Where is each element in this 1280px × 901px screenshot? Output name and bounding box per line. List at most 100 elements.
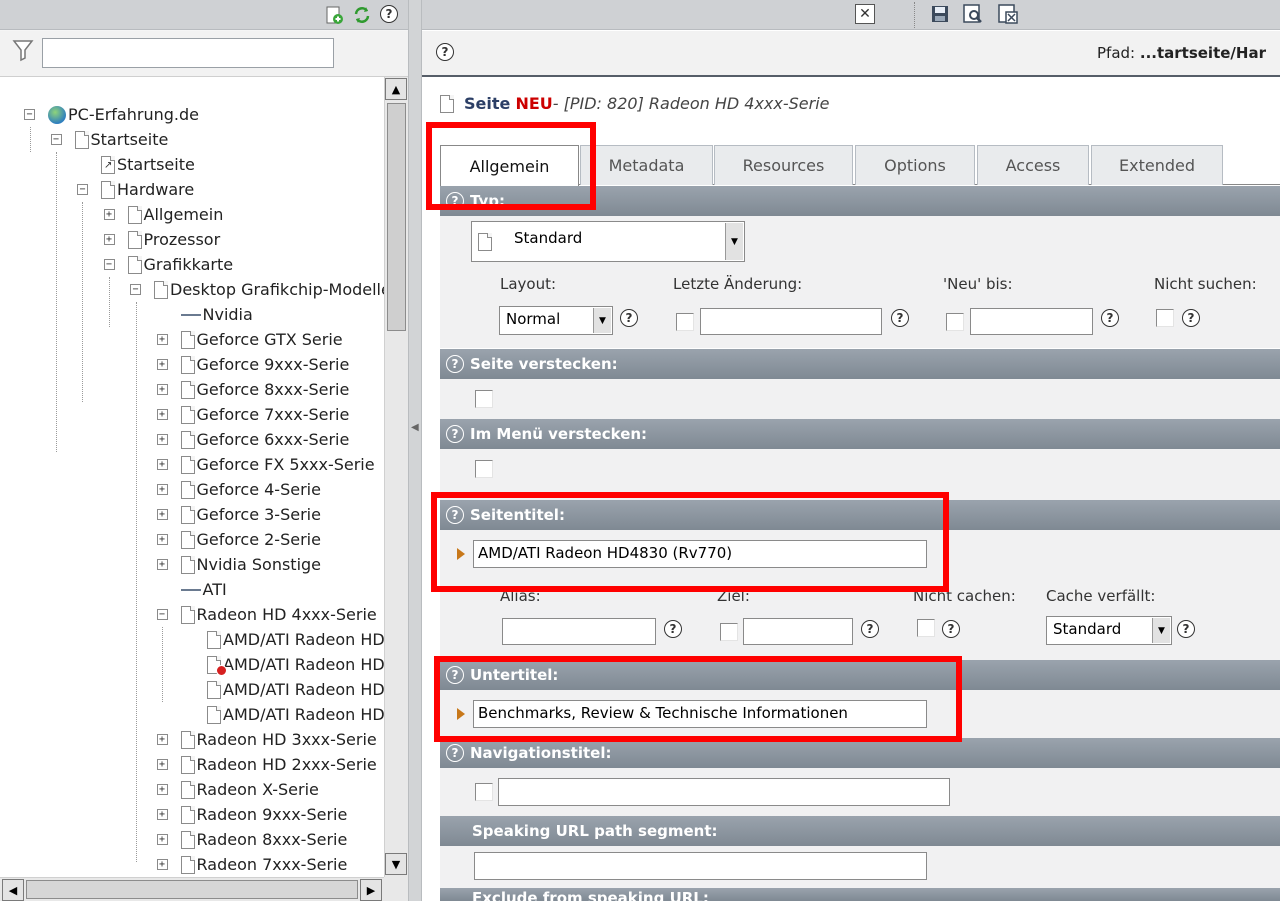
page-icon[interactable] [180, 605, 195, 624]
tree-node-label[interactable]: Geforce FX 5xxx-Serie [197, 455, 375, 474]
last-change-checkbox[interactable] [676, 313, 694, 331]
tree-node[interactable]: AMD/ATI Radeon HD [207, 677, 384, 702]
page-icon[interactable] [180, 380, 195, 399]
page-icon[interactable] [180, 430, 195, 449]
tree-node-label[interactable]: AMD/ATI Radeon HD [223, 655, 384, 674]
help-icon[interactable]: ? [1177, 620, 1195, 638]
tree-node[interactable]: Geforce GTX Serie [180, 327, 343, 352]
help-icon[interactable]: ? [446, 425, 464, 443]
tree-node-label[interactable]: Prozessor [144, 230, 221, 249]
page-hidden-icon[interactable] [207, 655, 227, 676]
page-icon[interactable] [180, 355, 195, 374]
scroll-down-button[interactable]: ▼ [385, 853, 407, 875]
tree-node-label[interactable]: ATI [203, 580, 227, 599]
tree-node[interactable]: Geforce 2-Serie [180, 527, 321, 552]
tree-node[interactable]: Radeon HD 4xxx-Serie [180, 602, 377, 627]
tree-node[interactable]: Geforce 4-Serie [180, 477, 321, 502]
tree-node-label[interactable]: Radeon X-Serie [197, 780, 319, 799]
help-icon[interactable]: ? [446, 666, 464, 684]
collapse-icon[interactable]: − [50, 134, 62, 145]
no-cache-checkbox[interactable] [917, 619, 935, 637]
tree-node-label[interactable]: Radeon HD 4xxx-Serie [197, 605, 377, 624]
tree-node-label[interactable]: AMD/ATI Radeon HD [223, 705, 384, 724]
page-icon[interactable] [180, 755, 195, 774]
tree-node[interactable]: Nvidia [180, 302, 253, 327]
expand-icon[interactable]: + [156, 359, 168, 370]
scroll-left-button[interactable]: ◀ [2, 879, 24, 901]
expand-icon[interactable]: + [156, 409, 168, 420]
tree-node[interactable]: Geforce 6xxx-Serie [180, 427, 350, 452]
tree-node[interactable]: AMD/ATI Radeon HD [207, 627, 384, 652]
collapse-icon[interactable]: − [130, 284, 141, 295]
tree-node-label[interactable]: Geforce 9xxx-Serie [197, 355, 350, 374]
page-title-input[interactable]: AMD/ATI Radeon HD4830 (Rv770) [473, 540, 927, 568]
tree-node-label[interactable]: Geforce 4-Serie [197, 480, 321, 499]
tree-node-label[interactable]: Radeon HD 3xxx-Serie [197, 730, 377, 749]
tab-metadata[interactable]: Metadata [580, 145, 713, 185]
scroll-up-button[interactable]: ▲ [385, 78, 407, 100]
tree-node[interactable]: Nvidia Sonstige [180, 552, 322, 577]
page-icon[interactable] [180, 855, 195, 874]
tree-node-label[interactable]: Radeon 9xxx-Serie [197, 805, 348, 824]
help-icon[interactable]: ? [446, 192, 464, 210]
expand-icon[interactable]: + [156, 534, 168, 545]
help-icon[interactable]: ? [446, 744, 464, 762]
save-view-icon[interactable] [962, 3, 984, 25]
refresh-icon[interactable] [351, 4, 373, 26]
hide-page-checkbox[interactable] [475, 390, 493, 408]
help-icon[interactable]: ? [436, 43, 454, 61]
help-icon[interactable]: ? [380, 5, 398, 23]
cache-expires-select[interactable]: Standard ▼ [1046, 616, 1172, 645]
tree-node-label[interactable]: Desktop Grafikchip-Modelle [170, 280, 384, 299]
tree-node[interactable]: Geforce 8xxx-Serie [180, 377, 349, 402]
tree-node[interactable]: Radeon 9xxx-Serie [180, 802, 348, 827]
tree-node-label[interactable]: Radeon 8xxx-Serie [197, 830, 348, 849]
page-icon[interactable] [180, 780, 195, 799]
nav-title-checkbox[interactable] [475, 783, 493, 801]
tree-node-label[interactable]: Radeon HD 2xxx-Serie [197, 755, 377, 774]
help-icon[interactable]: ? [891, 309, 909, 327]
tree-node[interactable]: Geforce 9xxx-Serie [180, 352, 350, 377]
collapse-icon[interactable]: − [77, 184, 88, 195]
tab-resources[interactable]: Resources [714, 145, 853, 185]
page-icon[interactable] [207, 630, 221, 649]
globe-icon[interactable] [48, 105, 66, 124]
tree-node-label[interactable]: PC-Erfahrung.de [68, 105, 199, 124]
tree-node[interactable]: Radeon X-Serie [180, 777, 319, 802]
scroll-thumb[interactable] [387, 103, 406, 331]
tree-node[interactable]: Geforce 3-Serie [180, 502, 321, 527]
tree-node[interactable]: AMD/ATI Radeon HD [207, 652, 384, 677]
save-icon[interactable] [929, 3, 951, 25]
target-input[interactable] [743, 618, 853, 645]
tab-allgemein[interactable]: Allgemein [440, 145, 579, 186]
tree-node-label[interactable]: AMD/ATI Radeon HD [223, 630, 384, 649]
tree-node-label[interactable]: Startseite [117, 155, 195, 174]
collapse-arrow-icon[interactable]: ◀ [411, 422, 419, 433]
tree-node[interactable]: Radeon 7xxx-Serie [180, 852, 348, 877]
help-icon[interactable]: ? [446, 506, 464, 524]
expand-icon[interactable]: + [156, 784, 168, 795]
close-icon[interactable]: ✕ [855, 4, 875, 24]
expand-icon[interactable]: + [156, 434, 168, 445]
tree-node[interactable]: Radeon HD 2xxx-Serie [180, 752, 377, 777]
tree-node-label[interactable]: Nvidia [203, 305, 253, 324]
expand-icon[interactable]: + [156, 334, 168, 345]
expand-icon[interactable]: + [103, 234, 115, 245]
page-icon[interactable] [180, 830, 195, 849]
page-icon[interactable] [127, 230, 142, 249]
collapse-icon[interactable]: − [24, 109, 35, 120]
expand-icon[interactable]: + [156, 484, 168, 495]
tree-node-label[interactable]: Geforce 6xxx-Serie [197, 430, 350, 449]
target-checkbox[interactable] [720, 623, 738, 641]
tree-node-label[interactable]: Radeon 7xxx-Serie [197, 855, 348, 874]
tree-node-label[interactable]: Nvidia Sonstige [197, 555, 322, 574]
separator-icon[interactable] [180, 308, 201, 322]
tree-node[interactable]: Allgemein [127, 202, 223, 227]
help-icon[interactable]: ? [861, 620, 879, 638]
tree-node[interactable]: Grafikkarte [127, 252, 233, 277]
expand-icon[interactable]: + [156, 459, 168, 470]
chevron-down-icon[interactable]: ▼ [593, 308, 611, 333]
help-icon[interactable]: ? [620, 309, 638, 327]
help-icon[interactable]: ? [664, 620, 682, 638]
expand-icon[interactable]: + [156, 809, 168, 820]
